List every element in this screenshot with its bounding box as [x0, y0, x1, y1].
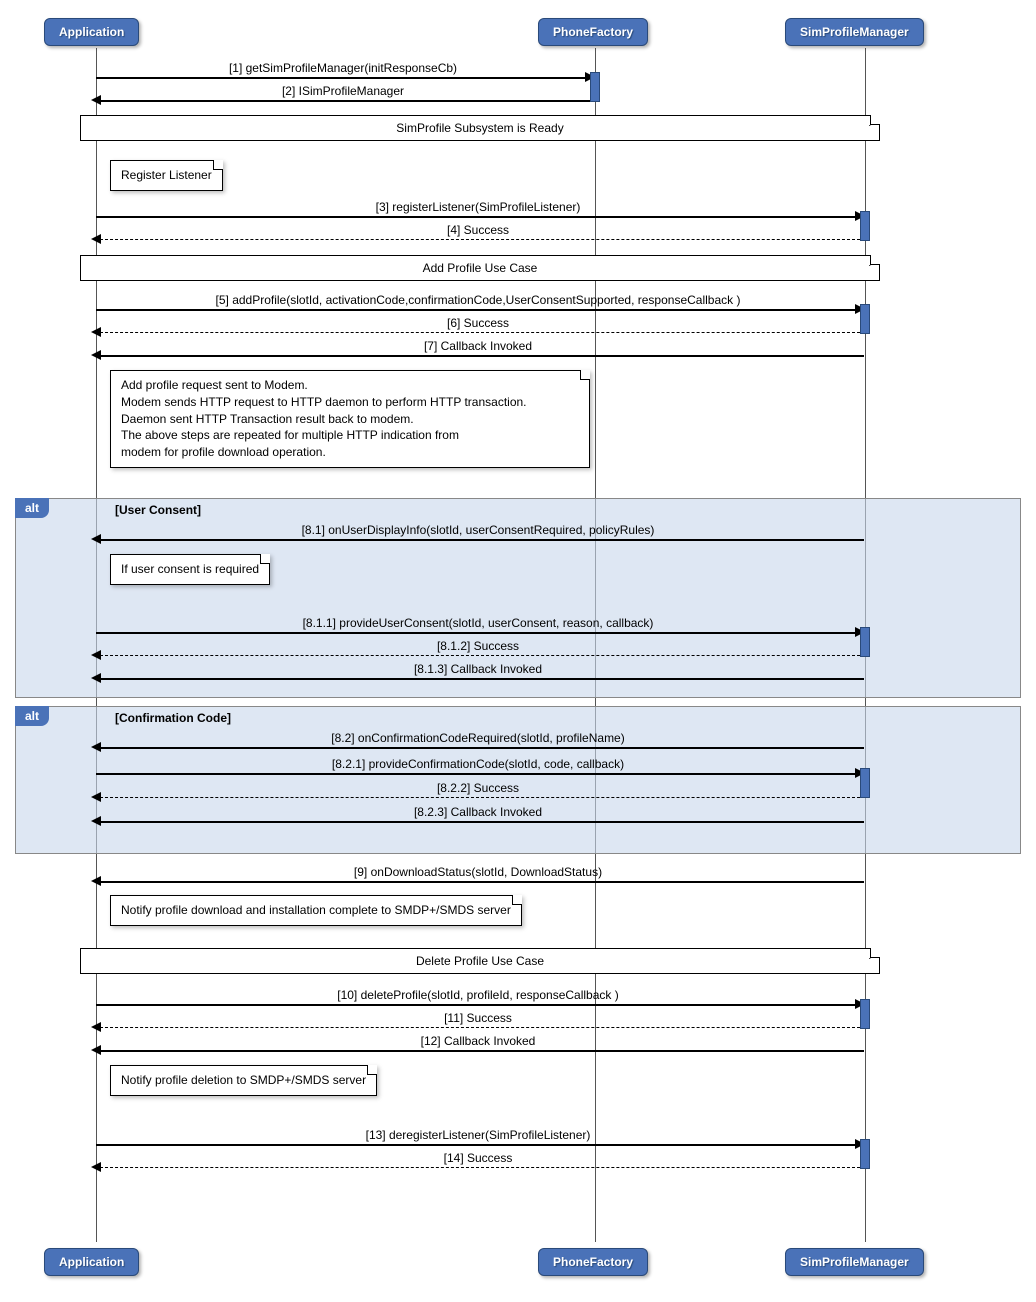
divider-text: SimProfile Subsystem is Ready	[396, 121, 563, 135]
note-text: Register Listener	[121, 168, 212, 182]
participant-simprofilemanager-bottom: SimProfileManager	[785, 1248, 924, 1276]
activation	[860, 999, 870, 1029]
msg-8-2-3-label: [8.2.3] Callback Invoked	[96, 805, 860, 819]
activation	[860, 304, 870, 334]
divider-text: Delete Profile Use Case	[416, 954, 544, 968]
msg-6-label: [6] Success	[96, 316, 860, 330]
msg-8-2-label: [8.2] onConfirmationCodeRequired(slotId,…	[96, 731, 860, 745]
msg-11-label: [11] Success	[96, 1011, 860, 1025]
note-text: Daemon sent HTTP Transaction result back…	[121, 411, 579, 428]
msg-3	[96, 216, 860, 218]
msg-8-2-2	[100, 797, 860, 799]
note-user-consent: If user consent is required	[110, 554, 270, 585]
divider-text: Add Profile Use Case	[423, 261, 538, 275]
msg-9	[100, 881, 864, 883]
note-download-complete: Notify profile download and installation…	[110, 895, 522, 926]
msg-8-1-2-label: [8.1.2] Success	[96, 639, 860, 653]
alt-tag: alt	[15, 706, 49, 726]
note-text: If user consent is required	[121, 562, 259, 576]
activation	[860, 211, 870, 241]
note-text: Notify profile deletion to SMDP+/SMDS se…	[121, 1073, 366, 1087]
participant-phonefactory-bottom: PhoneFactory	[538, 1248, 648, 1276]
msg-8-1-3-label: [8.1.3] Callback Invoked	[96, 662, 860, 676]
participant-simprofilemanager-top: SimProfileManager	[785, 18, 924, 46]
msg-9-label: [9] onDownloadStatus(slotId, DownloadSta…	[96, 865, 860, 879]
msg-8-2-3	[100, 821, 864, 823]
note-text: Modem sends HTTP request to HTTP daemon …	[121, 394, 579, 411]
note-deletion: Notify profile deletion to SMDP+/SMDS se…	[110, 1065, 377, 1096]
msg-11	[100, 1027, 860, 1029]
divider-add: Add Profile Use Case	[80, 255, 880, 281]
msg-1	[96, 77, 590, 79]
sequence-diagram: Application PhoneFactory SimProfileManag…	[0, 0, 1036, 1302]
participant-phonefactory-top: PhoneFactory	[538, 18, 648, 46]
note-text: Notify profile download and installation…	[121, 903, 511, 917]
msg-8-1-1	[96, 632, 860, 634]
participant-application-top: Application	[44, 18, 139, 46]
msg-12-label: [12] Callback Invoked	[96, 1034, 860, 1048]
msg-14-label: [14] Success	[96, 1151, 860, 1165]
msg-3-label: [3] registerListener(SimProfileListener)	[96, 200, 860, 214]
msg-8-1-3	[100, 678, 864, 680]
note-register-listener: Register Listener	[110, 160, 223, 191]
msg-8-1	[100, 539, 864, 541]
msg-6	[100, 332, 860, 334]
note-text: The above steps are repeated for multipl…	[121, 427, 579, 444]
activation	[860, 627, 870, 657]
alt-confirmation-code: alt	[15, 706, 1021, 854]
divider-ready: SimProfile Subsystem is Ready	[80, 115, 880, 141]
activation	[860, 1139, 870, 1169]
note-text: Add profile request sent to Modem.	[121, 377, 579, 394]
msg-12	[100, 1050, 864, 1052]
msg-5	[96, 309, 860, 311]
msg-7	[100, 355, 864, 357]
msg-2	[100, 100, 590, 102]
participant-application-bottom: Application	[44, 1248, 139, 1276]
note-text: modem for profile download operation.	[121, 444, 579, 461]
msg-2-label: [2] ISimProfileManager	[96, 84, 590, 98]
msg-14	[100, 1167, 860, 1169]
note-modem: Add profile request sent to Modem. Modem…	[110, 370, 590, 468]
alt-label-user-consent: [User Consent]	[115, 503, 201, 517]
msg-13-label: [13] deregisterListener(SimProfileListen…	[96, 1128, 860, 1142]
msg-8-2-1	[96, 773, 860, 775]
msg-7-label: [7] Callback Invoked	[96, 339, 860, 353]
msg-8-2-1-label: [8.2.1] provideConfirmationCode(slotId, …	[96, 757, 860, 771]
msg-4-label: [4] Success	[96, 223, 860, 237]
msg-1-label: [1] getSimProfileManager(initResponseCb)	[96, 61, 590, 75]
msg-10	[96, 1004, 860, 1006]
alt-tag: alt	[15, 498, 49, 518]
alt-label-confirmation: [Confirmation Code]	[115, 711, 231, 725]
msg-13	[96, 1144, 860, 1146]
msg-8-1-2	[100, 655, 860, 657]
msg-8-2-2-label: [8.2.2] Success	[96, 781, 860, 795]
divider-delete: Delete Profile Use Case	[80, 948, 880, 974]
msg-8-1-label: [8.1] onUserDisplayInfo(slotId, userCons…	[96, 523, 860, 537]
msg-8-2	[100, 747, 864, 749]
activation	[590, 72, 600, 102]
activation	[860, 768, 870, 798]
msg-4	[100, 239, 860, 241]
msg-10-label: [10] deleteProfile(slotId, profileId, re…	[96, 988, 860, 1002]
msg-5-label: [5] addProfile(slotId, activationCode,co…	[96, 293, 860, 307]
msg-8-1-1-label: [8.1.1] provideUserConsent(slotId, userC…	[96, 616, 860, 630]
